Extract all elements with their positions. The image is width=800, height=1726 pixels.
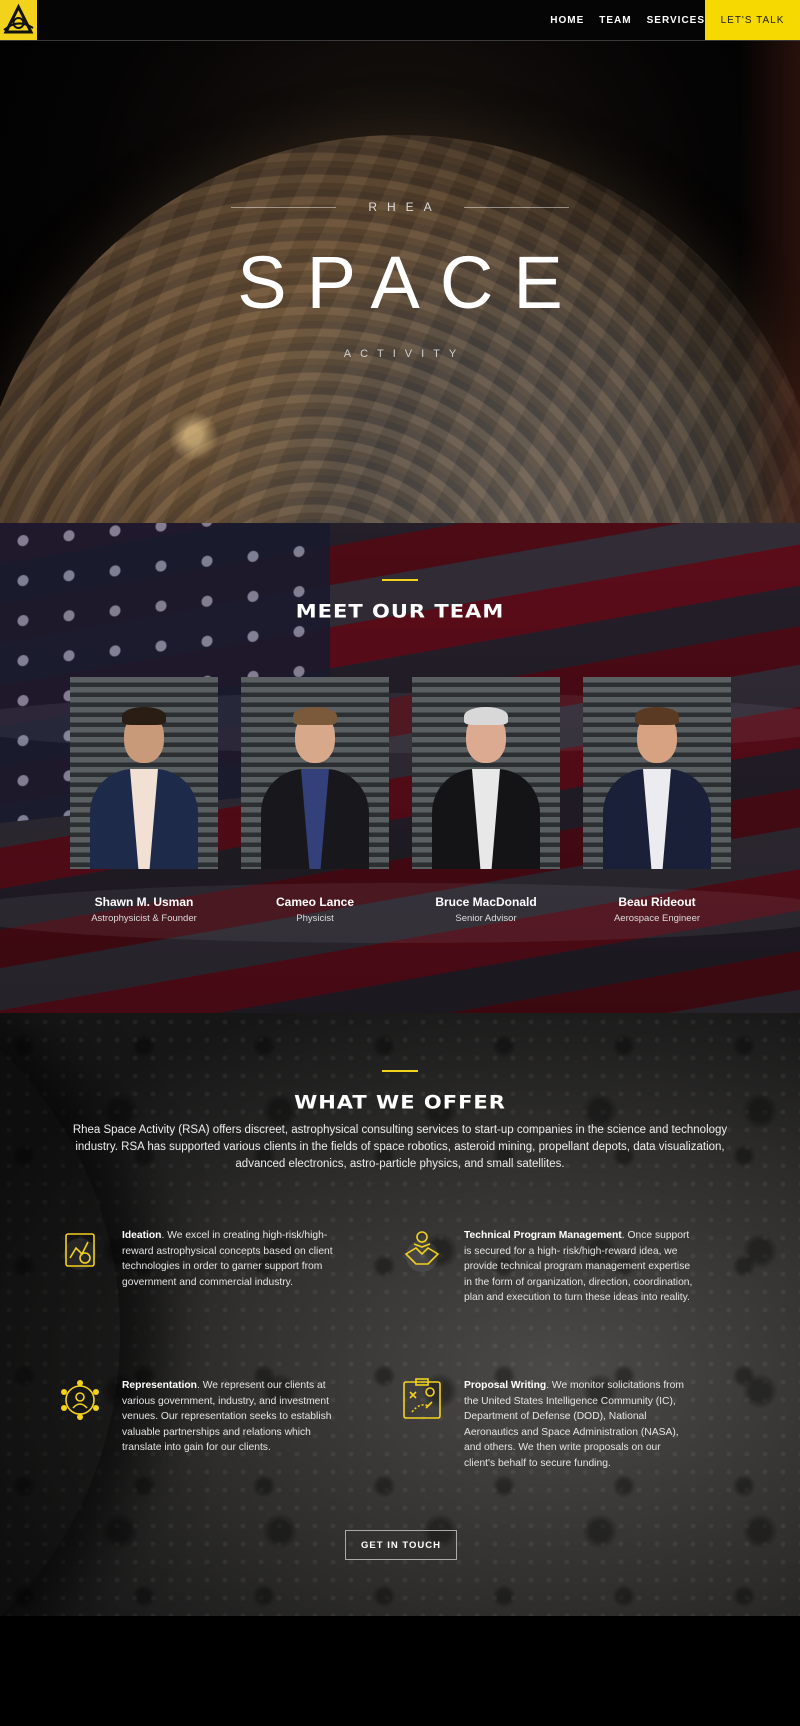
offer-item-heading: Proposal Writing	[464, 1380, 547, 1391]
offer-item-heading: Technical Program Management	[464, 1230, 622, 1241]
nav-home[interactable]: HOME	[550, 15, 584, 26]
photo-hair	[293, 707, 337, 725]
network-icon	[61, 1380, 99, 1420]
offer-section: WHAT WE OFFER Rhea Space Activity (RSA) …	[0, 1013, 800, 1616]
team-member-card: Bruce MacDonald Senior Advisor	[412, 677, 560, 924]
top-nav: HOME TEAM SERVICES LET'S TALK	[0, 0, 800, 41]
member-name: Shawn M. Usman	[94, 895, 194, 909]
offer-item-representation: Representation. We represent our clients…	[58, 1378, 388, 1488]
member-name: Cameo Lance	[275, 895, 355, 909]
team-title: MEET OUR TEAM	[295, 600, 505, 622]
footer	[0, 1616, 800, 1726]
team-member-card: Beau Rideout Aerospace Engineer	[583, 677, 731, 924]
member-role: Aerospace Engineer	[613, 913, 701, 924]
offer-item-ideation: Ideation. We excel in creating high-risk…	[58, 1228, 388, 1338]
team-section: MEET OUR TEAM Shawn M. Usman Astrophysic…	[0, 523, 800, 1013]
offer-item-program-management: Technical Program Management. Once suppo…	[400, 1228, 730, 1338]
accent-bar	[382, 579, 418, 581]
member-name: Beau Rideout	[618, 895, 696, 909]
divider-right	[463, 206, 569, 208]
divider-left	[231, 206, 337, 208]
offer-item-text: Technical Program Management. Once suppo…	[464, 1228, 694, 1306]
nav-services[interactable]: SERVICES	[647, 15, 705, 26]
hero-title: SPACE	[237, 241, 583, 324]
accent-bar	[382, 1070, 418, 1072]
offer-item-text: Proposal Writing. We monitor solicitatio…	[464, 1378, 694, 1471]
team-member-card: Shawn M. Usman Astrophysicist & Founder	[70, 677, 218, 924]
member-photo	[70, 677, 218, 869]
blueprint-icon	[64, 1233, 96, 1270]
strategy-board-icon	[403, 1378, 441, 1419]
nav-team[interactable]: TEAM	[599, 15, 631, 26]
lets-talk-button[interactable]: LET'S TALK	[705, 0, 800, 40]
member-photo	[583, 677, 731, 869]
hero-section: RHEA SPACE ACTIVITY	[0, 40, 800, 523]
offer-item-heading: Representation	[122, 1380, 197, 1391]
offer-item-heading: Ideation	[122, 1230, 162, 1241]
logo-icon	[3, 3, 34, 34]
offer-intro: Rhea Space Activity (RSA) offers discree…	[72, 1124, 728, 1170]
hero-eyebrow-row: RHEA	[0, 200, 800, 214]
member-photo	[241, 677, 389, 869]
member-photo	[412, 677, 560, 869]
handshake-icon	[404, 1231, 440, 1272]
member-role: Senior Advisor	[455, 913, 517, 924]
photo-hair	[635, 707, 679, 725]
hero-subtitle: ACTIVITY	[343, 348, 466, 360]
team-member-card: Cameo Lance Physicist	[241, 677, 389, 924]
offer-item-body: . We monitor solicitations from the Unit…	[464, 1380, 684, 1469]
member-name: Bruce MacDonald	[435, 895, 537, 909]
get-in-touch-button[interactable]: GET IN TOUCH	[345, 1530, 457, 1560]
offer-item-proposal-writing: Proposal Writing. We monitor solicitatio…	[400, 1378, 730, 1488]
offer-item-text: Representation. We represent our clients…	[122, 1378, 352, 1456]
offer-item-text: Ideation. We excel in creating high-risk…	[122, 1228, 352, 1290]
planet-image	[0, 135, 800, 523]
member-role: Physicist	[296, 913, 334, 924]
logo[interactable]	[0, 0, 37, 40]
hero-eyebrow: RHEA	[368, 200, 442, 214]
photo-hair	[464, 707, 508, 725]
member-role: Astrophysicist & Founder	[91, 913, 197, 924]
photo-hair	[122, 707, 166, 725]
offer-title: WHAT WE OFFER	[294, 1091, 506, 1113]
nav-links: HOME TEAM SERVICES	[535, 0, 705, 40]
